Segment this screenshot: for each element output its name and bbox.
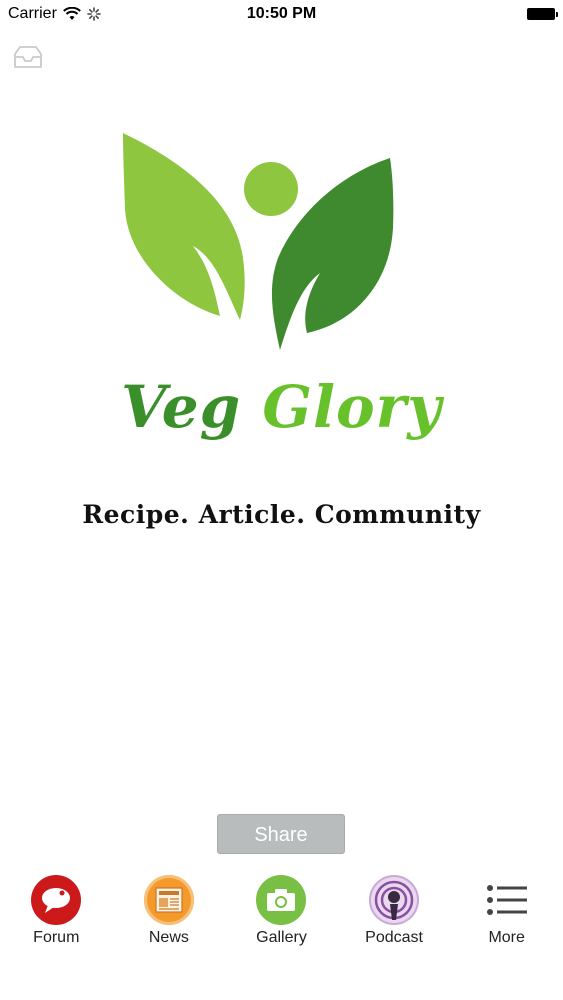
tab-bar: Forum News Gallery Podcast More — [0, 868, 563, 1000]
battery-icon — [527, 8, 558, 20]
status-time: 10:50 PM — [246, 5, 317, 22]
tab-forum[interactable]: Forum — [0, 868, 113, 1000]
brand-title-word-2: Glory — [262, 373, 442, 441]
tab-forum-label: Forum — [33, 929, 80, 946]
more-icon — [482, 875, 532, 925]
tab-podcast[interactable]: Podcast — [338, 868, 451, 1000]
app-screen: Carrier 10:50 PM Veg Glory Recipe. Artic… — [0, 0, 563, 1000]
brand-title-word-1: Veg — [121, 373, 242, 441]
leaf-logo-icon — [123, 133, 394, 350]
gallery-icon — [256, 875, 307, 925]
tab-more[interactable]: More — [450, 868, 563, 1000]
podcast-icon — [369, 875, 420, 925]
news-icon — [143, 875, 194, 925]
brand-tagline: Recipe. Article. Community — [82, 500, 481, 529]
tab-news-label: News — [148, 929, 189, 946]
tab-more-label: More — [488, 929, 525, 946]
status-bar: Carrier 10:50 PM — [0, 0, 563, 30]
tab-news[interactable]: News — [113, 868, 226, 1000]
inbox-button[interactable] — [12, 44, 44, 70]
share-button[interactable]: Share — [217, 814, 345, 854]
inbox-tray-icon — [14, 46, 42, 68]
tab-gallery[interactable]: Gallery — [225, 868, 338, 1000]
tab-podcast-label: Podcast — [365, 929, 423, 946]
forum-icon — [31, 875, 82, 925]
tab-gallery-label: Gallery — [256, 929, 307, 946]
brand-title: Veg Glory — [0, 378, 563, 436]
